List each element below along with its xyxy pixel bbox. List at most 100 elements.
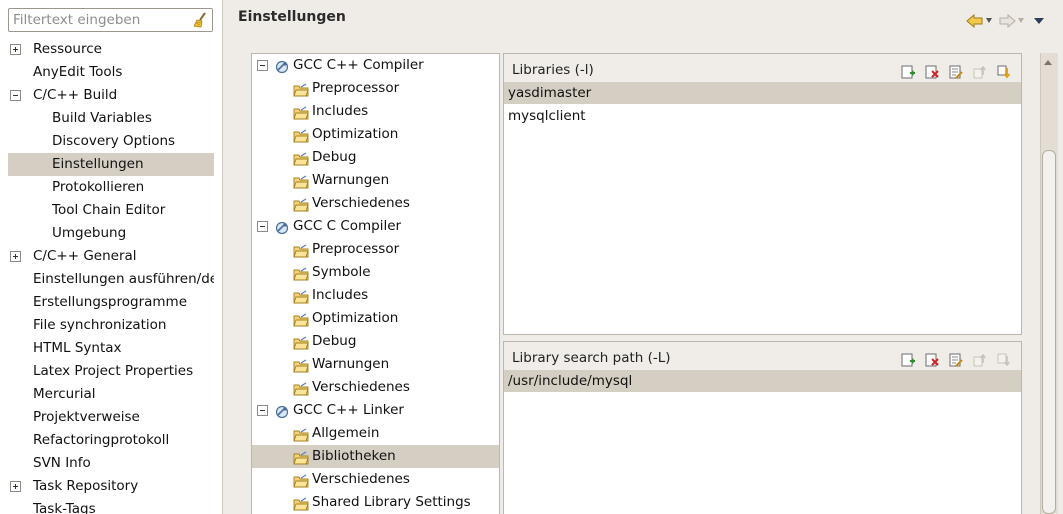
tree-item-label: GCC C Compiler	[293, 218, 402, 234]
folder-icon	[293, 197, 309, 212]
add-icon[interactable]	[901, 65, 915, 79]
tool-option-node[interactable]: Allgemein	[252, 422, 499, 445]
list-item[interactable]: mysqlclient	[504, 105, 1021, 127]
nav-item[interactable]: Ressource	[0, 38, 214, 61]
library-paths-title: Library search path (-L)	[512, 350, 671, 366]
nav-item[interactable]: File synchronization	[0, 314, 214, 337]
tree-item-label: Preprocessor	[312, 241, 400, 257]
back-history-caret[interactable]	[986, 18, 992, 23]
nav-item[interactable]: Einstellungen	[8, 153, 214, 176]
tool-node[interactable]: GCC C++ Linker	[252, 399, 499, 422]
clear-filter-icon[interactable]	[192, 12, 208, 28]
nav-item[interactable]: Protokollieren	[0, 176, 214, 199]
nav-item-label: Task Repository	[33, 478, 139, 494]
tool-option-node[interactable]: Optimization	[252, 307, 499, 330]
delete-icon[interactable]	[925, 353, 939, 367]
nav-item-label: Ressource	[33, 41, 102, 57]
tool-option-node[interactable]: Symbole	[252, 261, 499, 284]
edit-icon[interactable]	[949, 353, 963, 367]
nav-item[interactable]: Task Repository	[0, 475, 214, 498]
tree-item-label: Allgemein	[312, 425, 380, 441]
collapse-icon[interactable]	[10, 90, 21, 101]
tool-icon	[275, 404, 289, 419]
nav-item[interactable]: Einstellungen ausführen/debuggen	[0, 268, 214, 291]
nav-item-label: Erstellungsprogramme	[33, 294, 188, 310]
tree-item-label: GCC C++ Linker	[293, 402, 404, 418]
list-item[interactable]: /usr/include/mysql	[504, 370, 1021, 392]
nav-item[interactable]: AnyEdit Tools	[0, 61, 214, 84]
tool-option-node[interactable]: Debug	[252, 330, 499, 353]
scrollbar-thumb[interactable]	[1042, 150, 1056, 514]
collapse-icon[interactable]	[257, 60, 268, 71]
nav-item-label: C/C++ General	[33, 248, 137, 264]
expand-icon[interactable]	[10, 251, 21, 262]
delete-icon[interactable]	[925, 65, 939, 79]
nav-item-label: HTML Syntax	[33, 340, 122, 356]
folder-icon	[293, 381, 309, 396]
tool-option-node[interactable]: Verschiedenes	[252, 376, 499, 399]
expand-icon[interactable]	[10, 481, 21, 492]
tool-option-node[interactable]: Includes	[252, 284, 499, 307]
filter-field[interactable]	[8, 8, 213, 32]
tree-item-label: Bibliotheken	[312, 448, 396, 464]
nav-item[interactable]: Tool Chain Editor	[0, 199, 214, 222]
expand-icon[interactable]	[10, 44, 21, 55]
nav-item[interactable]: Refactoringprotokoll	[0, 429, 214, 452]
nav-item[interactable]: Mercurial	[0, 383, 214, 406]
tree-item-label: Debug	[312, 333, 357, 349]
nav-item[interactable]: C/C++ Build	[0, 84, 214, 107]
tool-option-node[interactable]: Bibliotheken	[252, 445, 499, 468]
tool-node[interactable]: GCC C++ Compiler	[252, 54, 499, 77]
tool-option-node[interactable]: Optimization	[252, 123, 499, 146]
nav-item-label: Latex Project Properties	[33, 363, 194, 379]
tree-item-label: Includes	[312, 103, 369, 119]
scroll-up-arrow-icon[interactable]	[1044, 60, 1052, 65]
nav-item-label: Projektverweise	[33, 409, 140, 425]
tool-option-node[interactable]: Verschiedenes	[252, 192, 499, 215]
tool-option-node[interactable]: Shared Library Settings	[252, 491, 499, 514]
nav-item[interactable]: SVN Info	[0, 452, 214, 475]
folder-icon	[293, 151, 309, 166]
nav-item[interactable]: Erstellungsprogramme	[0, 291, 214, 314]
tool-option-node[interactable]: Debug	[252, 146, 499, 169]
tool-option-node[interactable]: Warnungen	[252, 169, 499, 192]
folder-icon	[293, 427, 309, 442]
tool-settings-tree: GCC C++ Compiler Preprocessor Includes Opti…	[251, 53, 500, 514]
nav-item[interactable]: Projektverweise	[0, 406, 214, 429]
nav-item-label: C/C++ Build	[33, 87, 118, 103]
nav-item[interactable]: Build Variables	[0, 107, 214, 130]
folder-icon	[293, 496, 309, 511]
tool-option-node[interactable]: Preprocessor	[252, 238, 499, 261]
folder-icon	[293, 358, 309, 373]
nav-item[interactable]: HTML Syntax	[0, 337, 214, 360]
move-down-icon[interactable]	[997, 65, 1011, 79]
nav-item[interactable]: Latex Project Properties	[0, 360, 214, 383]
library-paths-panel: Library search path (-L) /usr/include/my…	[503, 341, 1022, 514]
nav-item[interactable]: Umgebung	[0, 222, 214, 245]
nav-item[interactable]: Task-Tags	[0, 498, 214, 514]
collapse-icon[interactable]	[257, 221, 268, 232]
view-menu-icon[interactable]	[1034, 18, 1044, 24]
tool-node[interactable]: GCC C Compiler	[252, 215, 499, 238]
tool-option-node[interactable]: Warnungen	[252, 353, 499, 376]
nav-item-label: Refactoringprotokoll	[33, 432, 170, 448]
arrow-right-icon	[999, 14, 1016, 28]
nav-item-label: Tool Chain Editor	[52, 202, 166, 218]
edit-icon[interactable]	[949, 65, 963, 79]
nav-item[interactable]: Discovery Options	[0, 130, 214, 153]
collapse-icon[interactable]	[257, 405, 268, 416]
folder-icon	[293, 82, 309, 97]
arrow-left-icon[interactable]	[966, 14, 984, 28]
move-up-icon	[973, 65, 987, 79]
tree-item-label: Warnungen	[312, 356, 390, 372]
tool-option-node[interactable]: Preprocessor	[252, 77, 499, 100]
nav-item[interactable]: C/C++ General	[0, 245, 214, 268]
folder-icon	[293, 174, 309, 189]
move-down-icon	[997, 353, 1011, 367]
add-icon[interactable]	[901, 353, 915, 367]
tool-option-node[interactable]: Includes	[252, 100, 499, 123]
list-item[interactable]: yasdimaster	[504, 82, 1021, 104]
tool-option-node[interactable]: Verschiedenes	[252, 468, 499, 491]
filter-input[interactable]	[9, 9, 189, 31]
folder-icon	[293, 243, 309, 258]
